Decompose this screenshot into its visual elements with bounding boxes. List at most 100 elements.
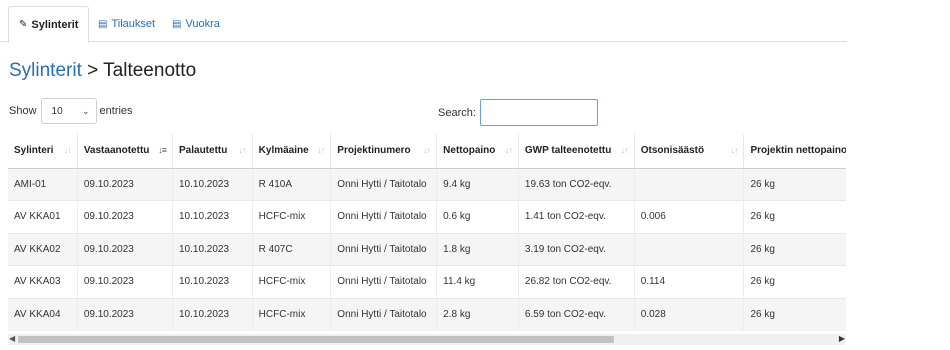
table-cell: 26 kg	[743, 232, 846, 266]
tag-icon: ✎	[19, 19, 28, 30]
table-cell: 1.8 kg	[436, 232, 519, 266]
table-cell: 0.006	[634, 200, 745, 233]
sort-descending-icon: ↓≡	[158, 145, 167, 155]
table-cell: HCFC-mix	[252, 265, 332, 298]
entries-select[interactable]: 10 ⌄	[40, 98, 97, 124]
table-cell: 26 kg	[743, 297, 846, 331]
chevron-down-icon: ⌄	[81, 105, 90, 116]
table-cell: Onni Hytti / Taitotalo	[330, 167, 438, 201]
length-control: Show 10 ⌄ entries	[9, 98, 133, 124]
table-cell: 9.4 kg	[436, 167, 519, 201]
sort-icon: ↓↑	[504, 145, 513, 155]
horizontal-scrollbar[interactable]: ◀ ▶	[8, 334, 846, 345]
table-cell: 09.10.2023	[77, 232, 174, 266]
table-cell: AV KKA03	[8, 265, 78, 298]
column-header[interactable]: Projektin nettopaino↓↑	[743, 134, 846, 169]
scrollbar-thumb[interactable]	[18, 336, 614, 343]
tab-label: Vuokra	[185, 18, 220, 30]
column-header-label: Vastaanotettu	[83, 145, 150, 157]
table-row[interactable]: AV KKA03 09.10.2023 10.10.2023 HCFC-mix Onni…	[8, 265, 846, 298]
breadcrumb: Sylinterit > Talteenotto	[9, 60, 196, 82]
table-cell: 11.4 kg	[436, 265, 519, 298]
table-cell: 3.19 ton CO2-eqv.	[518, 232, 635, 266]
table-cell: 09.10.2023	[77, 167, 174, 201]
column-header-label: Projektin nettopaino	[750, 145, 846, 157]
show-label: Show	[9, 105, 37, 117]
search-control: Search:	[438, 99, 598, 126]
table-cell: AV KKA04	[8, 297, 78, 331]
column-header-label: Palautettu	[179, 145, 228, 157]
table-cell: 0.6 kg	[436, 200, 519, 233]
table-icon: ▤	[98, 18, 108, 30]
sort-icon: ↓↑	[730, 145, 738, 155]
table-cell: 1.41 ton CO2-eqv.	[518, 200, 635, 233]
column-header[interactable]: Projektinumero ↓↑	[330, 134, 438, 169]
column-header[interactable]: Otsonisäästö ↓↑	[634, 134, 745, 169]
table-cell: Onni Hytti / Taitotalo	[330, 232, 438, 266]
table-cell: 0.028	[634, 297, 745, 331]
table-cell: 09.10.2023	[77, 297, 174, 331]
sort-icon: ↓↑	[317, 145, 325, 155]
table-body: AMI-01 09.10.2023 10.10.2023 R 410A Onni Hyt…	[8, 167, 846, 331]
table-cell: HCFC-mix	[252, 200, 332, 233]
tab-sylinterit[interactable]: ✎ Sylinterit	[8, 6, 90, 43]
table-cell: 26 kg	[743, 167, 846, 201]
tab-vuokra[interactable]: ▤ Vuokra	[162, 6, 230, 42]
tab-label: Sylinterit	[31, 18, 79, 31]
search-input[interactable]	[479, 99, 598, 126]
table-cell	[634, 232, 745, 266]
table-row[interactable]: AV KKA01 09.10.2023 10.10.2023 HCFC-mix Onni…	[8, 200, 846, 233]
column-header-label: Otsonisäästö	[640, 145, 705, 157]
table-cell: 10.10.2023	[172, 167, 253, 201]
tab-bar: ✎ Sylinterit ▤ Tilaukset ▤ Vuokra	[0, 0, 847, 43]
breadcrumb-link-sylinterit[interactable]: Sylinterit	[9, 60, 82, 81]
table-cell: Onni Hytti / Taitotalo	[330, 200, 438, 233]
sort-icon: ↓↑	[63, 145, 72, 155]
table-cell: AMI-01	[8, 167, 78, 201]
table-row[interactable]: AV KKA04 09.10.2023 10.10.2023 HCFC-mix Onni…	[8, 297, 846, 331]
table-cell: HCFC-mix	[252, 297, 332, 331]
column-header-label: Nettopaino	[443, 145, 496, 157]
sort-icon: ↓↑	[423, 145, 431, 155]
breadcrumb-separator: >	[81, 60, 104, 81]
search-label: Search:	[438, 106, 476, 119]
table-row[interactable]: AMI-01 09.10.2023 10.10.2023 R 410A Onni Hyt…	[8, 167, 846, 201]
scroll-left-arrow-icon[interactable]: ◀	[9, 334, 15, 343]
column-header[interactable]: Nettopaino ↓↑	[436, 134, 519, 169]
table-cell: 26 kg	[743, 200, 846, 233]
table-header-row: Sylinteri ↓↑ Vastaanotettu ↓≡ Palautettu ↓↑ Ky…	[8, 134, 846, 169]
table-cell: 10.10.2023	[172, 265, 253, 298]
scroll-right-arrow-icon[interactable]: ▶	[839, 334, 845, 343]
column-header-label: Kylmäaine	[258, 145, 309, 157]
table-cell: 10.10.2023	[172, 232, 253, 266]
table-cell: Onni Hytti / Taitotalo	[330, 297, 438, 331]
entries-label: entries	[99, 105, 133, 117]
data-table: Sylinteri ↓↑ Vastaanotettu ↓≡ Palautettu ↓↑ Ky…	[8, 134, 846, 331]
tab-label: Tilaukset	[111, 18, 156, 30]
table-cell: 09.10.2023	[77, 265, 174, 298]
table-cell: 09.10.2023	[77, 200, 174, 233]
column-header[interactable]: Palautettu ↓↑	[172, 134, 253, 169]
table-row[interactable]: AV KKA02 09.10.2023 10.10.2023 R 407C Onni H…	[8, 232, 846, 266]
table-icon: ▤	[172, 18, 182, 30]
column-header-label: Sylinteri	[14, 145, 54, 157]
table-cell: R 407C	[252, 232, 332, 266]
column-header-label: GWP talteenotettu	[524, 145, 612, 157]
column-header[interactable]: Sylinteri ↓↑	[8, 134, 78, 169]
column-header[interactable]: Kylmäaine ↓↑	[252, 134, 332, 169]
table-cell: 26.82 ton CO2-eqv.	[518, 265, 635, 298]
page-title: Talteenotto	[103, 60, 197, 81]
table-cell: R 410A	[252, 167, 332, 201]
column-header-label: Projektinumero	[337, 145, 411, 157]
table-cell: 10.10.2023	[172, 200, 253, 233]
sort-icon: ↓↑	[238, 145, 247, 155]
table-cell: 6.59 ton CO2-eqv.	[518, 297, 635, 331]
table-cell: Onni Hytti / Taitotalo	[330, 265, 438, 298]
tab-tilaukset[interactable]: ▤ Tilaukset	[88, 6, 165, 42]
table-cell: 10.10.2023	[172, 297, 253, 331]
column-header[interactable]: GWP talteenotettu ↓↑	[518, 134, 635, 169]
sort-icon: ↓↑	[620, 145, 629, 155]
table-cell	[634, 167, 745, 201]
column-header[interactable]: Vastaanotettu ↓≡	[77, 134, 174, 169]
table-cell: AV KKA02	[8, 232, 78, 266]
